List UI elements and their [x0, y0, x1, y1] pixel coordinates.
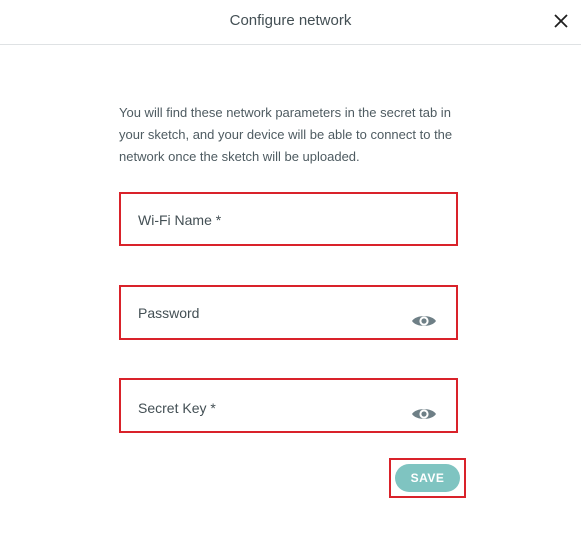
eye-icon[interactable] — [411, 313, 437, 329]
secret-key-field[interactable]: Secret Key * — [119, 378, 458, 433]
save-button-highlight: SAVE — [389, 458, 466, 498]
dialog-title: Configure network — [229, 12, 352, 29]
save-button[interactable]: SAVE — [395, 464, 460, 492]
password-field[interactable]: Password — [119, 285, 458, 340]
wifi-name-field[interactable]: Wi-Fi Name * — [119, 192, 458, 246]
eye-icon[interactable] — [411, 406, 437, 422]
wifi-name-label: Wi-Fi Name * — [138, 212, 222, 228]
dialog-description: You will find these network parameters i… — [119, 105, 453, 164]
secret-key-label: Secret Key * — [138, 400, 216, 416]
dialog-header: Configure network — [0, 0, 581, 45]
password-label: Password — [138, 305, 200, 321]
close-icon[interactable] — [552, 12, 570, 30]
configure-network-dialog: Configure network You will find these ne… — [0, 0, 581, 549]
